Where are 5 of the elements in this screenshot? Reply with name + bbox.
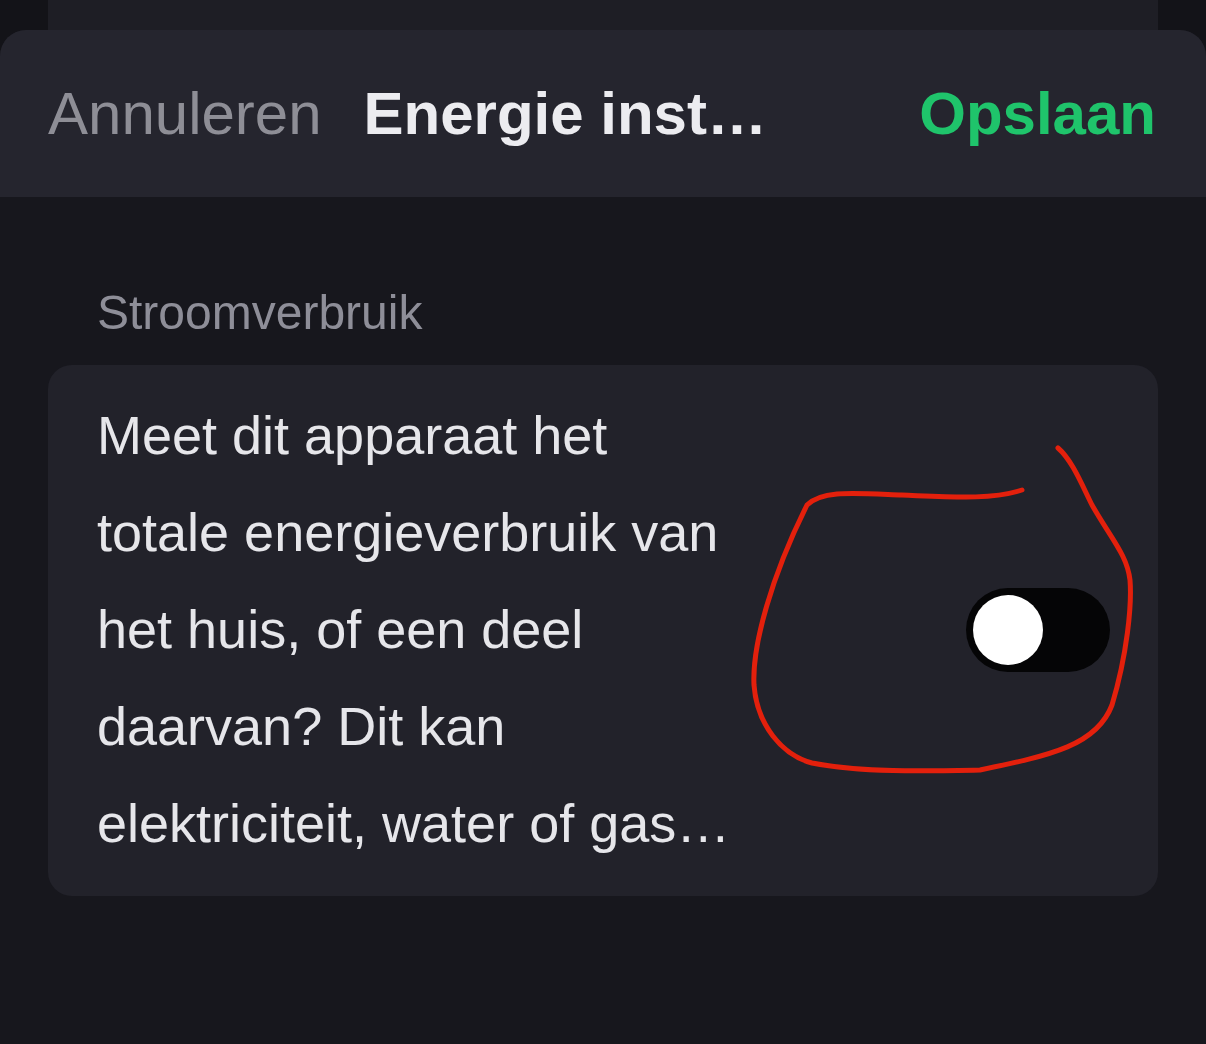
description-text: Meet dit apparaat het totale energieverbruik van het huis, of een deel daarvan? Dit kan elektriciteit, water of gas… bbox=[97, 404, 732, 855]
save-button[interactable]: Opslaan bbox=[919, 79, 1156, 148]
section-label: Stroomverbruik bbox=[97, 285, 424, 341]
window-title: Energie inst… bbox=[363, 79, 767, 148]
cancel-button[interactable]: Annuleren bbox=[48, 79, 322, 148]
